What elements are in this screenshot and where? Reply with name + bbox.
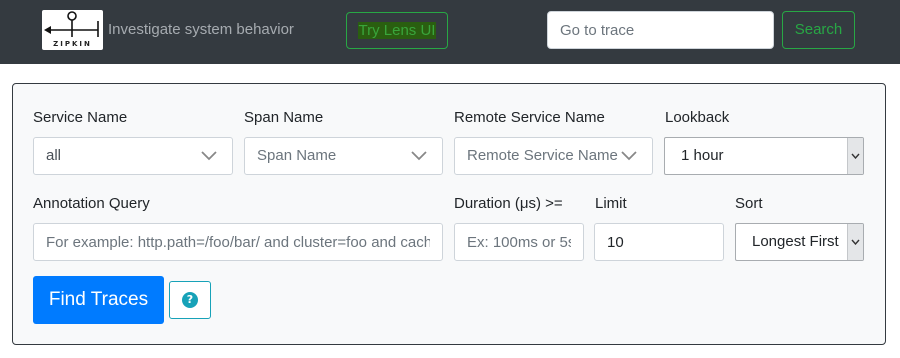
span-name-placeholder: Span Name xyxy=(257,147,337,164)
chevron-down-icon xyxy=(847,138,863,174)
zipkin-logo[interactable]: ZIPKIN xyxy=(42,10,103,50)
annotation-query-input[interactable] xyxy=(33,223,443,261)
sort-value: Longest First xyxy=(752,233,839,250)
lookback-label: Lookback xyxy=(665,109,730,126)
navbar: ZIPKIN Investigate system behavior Try L… xyxy=(0,0,900,64)
tagline: Investigate system behavior xyxy=(108,21,294,38)
sort-label: Sort xyxy=(735,195,763,212)
search-button[interactable]: Search xyxy=(782,11,855,49)
remote-service-name-label: Remote Service Name xyxy=(454,109,605,126)
duration-input[interactable] xyxy=(454,223,584,261)
chevron-down-icon xyxy=(620,138,638,174)
chevron-down-icon xyxy=(410,138,428,174)
span-name-select[interactable]: Span Name xyxy=(244,137,443,175)
service-name-value: all xyxy=(46,147,62,164)
try-lens-ui-button[interactable]: Try Lens UI xyxy=(346,12,448,49)
help-button[interactable]: ? xyxy=(169,281,211,319)
annotation-query-label: Annotation Query xyxy=(33,195,150,212)
duration-label: Duration (μs) >= xyxy=(454,195,563,212)
remote-service-name-placeholder: Remote Service Name xyxy=(467,147,618,164)
logo-text: ZIPKIN xyxy=(53,40,92,48)
lookback-value: 1 hour xyxy=(681,147,724,164)
sort-select[interactable]: Longest First xyxy=(735,223,864,261)
limit-input[interactable] xyxy=(594,223,724,261)
find-traces-button[interactable]: Find Traces xyxy=(33,276,164,324)
limit-label: Limit xyxy=(595,195,627,212)
chevron-down-icon xyxy=(847,224,863,260)
chevron-down-icon xyxy=(200,138,218,174)
remote-service-name-select[interactable]: Remote Service Name xyxy=(454,137,653,175)
service-name-select[interactable]: all xyxy=(33,137,233,175)
question-circle-icon: ? xyxy=(182,292,198,308)
span-name-label: Span Name xyxy=(244,109,324,126)
lookback-select[interactable]: 1 hour xyxy=(664,137,864,175)
try-lens-ui-label: Try Lens UI xyxy=(357,22,437,39)
service-name-label: Service Name xyxy=(33,109,128,126)
go-to-trace-input[interactable] xyxy=(547,11,774,49)
